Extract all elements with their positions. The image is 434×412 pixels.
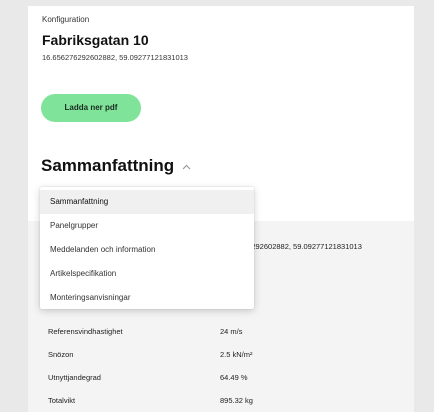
section-selector[interactable]: Sammanfattning bbox=[41, 156, 191, 176]
summary-row: Utnyttjandegrad 64.49 % bbox=[28, 366, 414, 388]
summary-row-label: Utnyttjandegrad bbox=[48, 373, 101, 382]
configuration-card: Konfiguration Fabriksgatan 10 16.6562762… bbox=[28, 6, 414, 412]
summary-row-label: Snözon bbox=[48, 350, 74, 359]
dropdown-item-sammanfattning[interactable]: Sammanfattning bbox=[40, 190, 254, 214]
section-dropdown-menu: Sammanfattning Panelgrupper Meddelanden … bbox=[40, 187, 254, 309]
summary-row-value: 64.49 % bbox=[220, 373, 248, 382]
section-overline: Konfiguration bbox=[42, 15, 90, 24]
summary-coordinates: 76292602882, 59.09277121831013 bbox=[243, 242, 362, 251]
chevron-up-icon bbox=[182, 164, 191, 170]
summary-row-value: 895.32 kg bbox=[220, 396, 253, 405]
summary-row-label: Referensvindhastighet bbox=[48, 327, 123, 336]
dropdown-item-artikelspecifikation[interactable]: Artikelspecifikation bbox=[40, 262, 254, 286]
coordinates-text: 16.656276292602882, 59.09277121831013 bbox=[42, 53, 188, 62]
summary-row: Totalvikt 895.32 kg bbox=[28, 389, 414, 411]
dropdown-item-monteringsanvisningar[interactable]: Monteringsanvisningar bbox=[40, 286, 254, 310]
page-title: Fabriksgatan 10 bbox=[42, 32, 149, 48]
dropdown-item-panelgrupper[interactable]: Panelgrupper bbox=[40, 214, 254, 238]
summary-row: Referensvindhastighet 24 m/s bbox=[28, 320, 414, 342]
summary-row-value: 24 m/s bbox=[220, 327, 243, 336]
summary-row-value: 2.5 kN/m² bbox=[220, 350, 253, 359]
summary-row: Snözon 2.5 kN/m² bbox=[28, 343, 414, 365]
section-title: Sammanfattning bbox=[41, 156, 175, 175]
download-pdf-button[interactable]: Ladda ner pdf bbox=[41, 94, 141, 122]
summary-row-label: Totalvikt bbox=[48, 396, 76, 405]
dropdown-item-meddelanden[interactable]: Meddelanden och information bbox=[40, 238, 254, 262]
